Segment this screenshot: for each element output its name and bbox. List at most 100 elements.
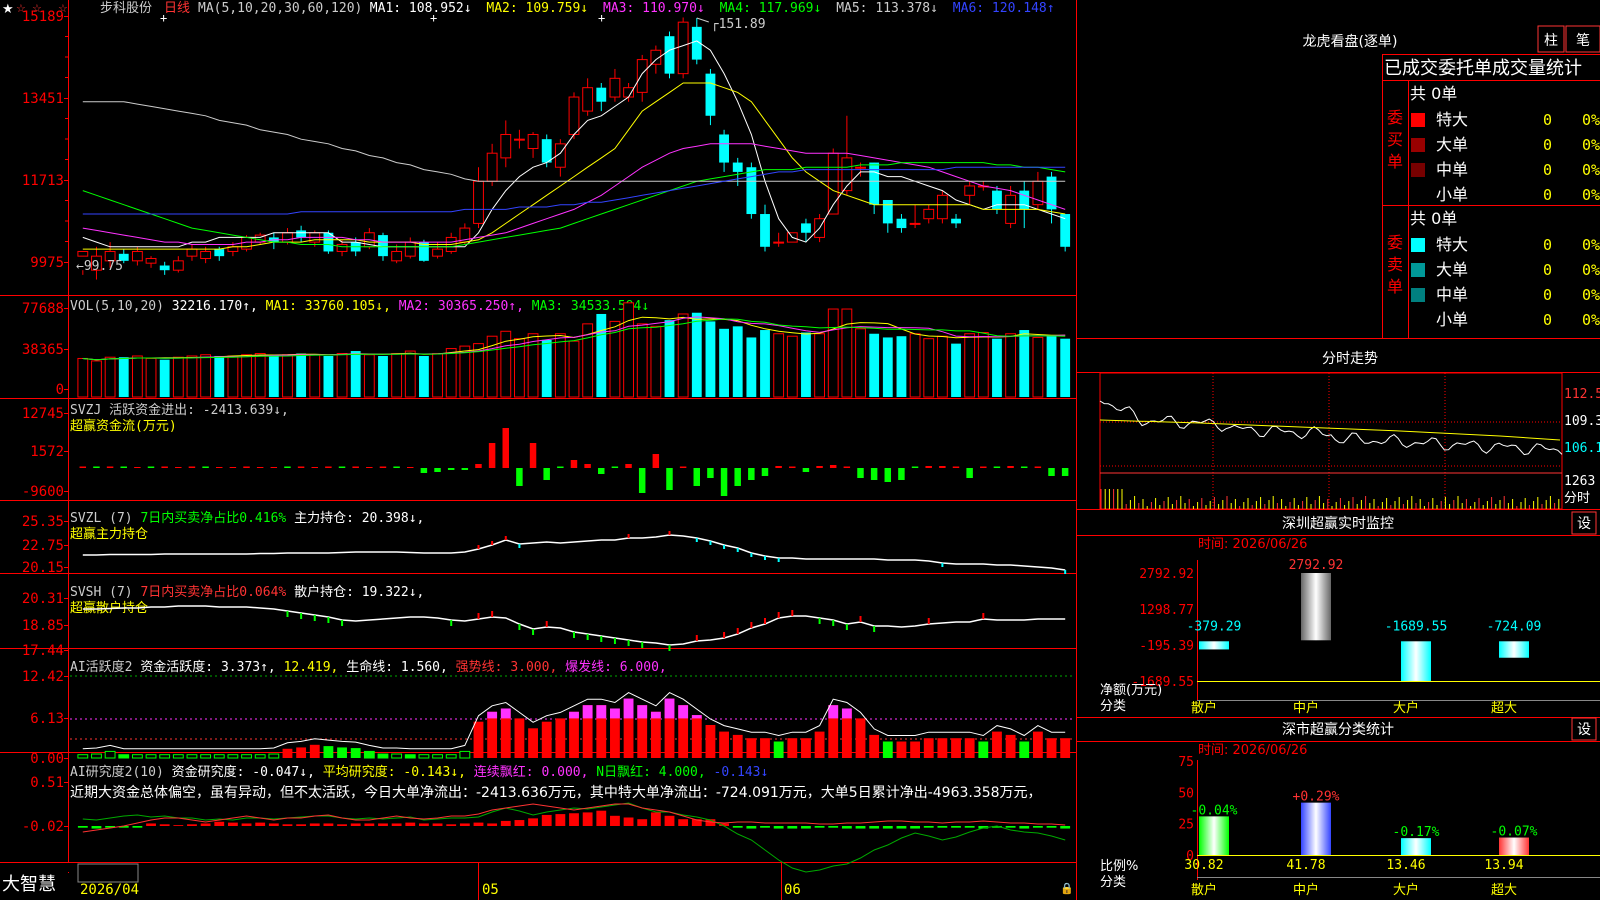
activity-tick-label: 12.42: [22, 669, 64, 685]
research-bar: [732, 826, 743, 828]
activity-bar: [363, 750, 375, 759]
ai-research-description: 近期大资金总体偏空，虽有异动，但不太活跃，今日大单净流出：-2413.636万元…: [70, 785, 1042, 801]
flow-bar: [188, 466, 196, 468]
activity-bar: [200, 754, 212, 759]
research-bar: [650, 812, 661, 826]
volume-bar: [623, 302, 634, 398]
price-tick-label: 9975: [30, 255, 64, 271]
ma-value-3: MA3: 110.970↓: [603, 1, 705, 16]
flow-bar: [1020, 466, 1028, 468]
research-bar: [937, 826, 948, 828]
stats-tick-label: 25: [1178, 818, 1194, 833]
retail-tick-label: 18.85: [22, 618, 64, 634]
stats-settings-label[interactable]: 设: [1577, 722, 1591, 738]
candle-body: [336, 243, 348, 252]
flow-bar: [393, 466, 400, 468]
main-force-tick: 25.35: [22, 514, 64, 530]
research-bar: [432, 823, 443, 826]
flag-icon[interactable]: ☆: [58, 2, 68, 15]
ai-research-header: AI研究度2(10) 资金研究度: -0.047↓, 平均研究度: -0.143…: [70, 764, 768, 780]
activity-bar: [910, 741, 921, 758]
research-bar: [214, 821, 225, 826]
sell-legend-swatch: [1411, 238, 1425, 252]
tick-mode-button-label[interactable]: 笔: [1576, 33, 1590, 49]
monitor-settings-label[interactable]: 设: [1577, 516, 1591, 532]
flow-bar: [898, 468, 905, 480]
alert-icon[interactable]: ☆: [32, 2, 42, 15]
research-bar: [473, 822, 484, 826]
research-bar: [923, 826, 934, 828]
candle-body: [992, 190, 1002, 210]
retail-tick-label: 17.44: [22, 643, 64, 659]
star-icon[interactable]: ★: [2, 2, 14, 17]
lock-icon: 🔒: [1060, 882, 1074, 895]
ai-research-header-part: 连续飘红: 0.000,: [466, 764, 588, 780]
monitor-tick-label: 2792.92: [1139, 567, 1194, 582]
research-bar: [623, 817, 634, 826]
volume-bar: [677, 313, 689, 398]
research-bar: [405, 822, 416, 826]
main-force-tick: 20.15: [22, 560, 64, 576]
flow-bar: [461, 468, 469, 470]
activity-bar: [1046, 738, 1057, 758]
flow-bar: [502, 428, 509, 468]
volume-bar: [145, 357, 157, 398]
volume-bar: [391, 353, 403, 398]
volume-bar: [1046, 336, 1057, 397]
research-bar: [541, 814, 552, 826]
favorite-icon[interactable]: ☆: [16, 2, 26, 15]
flow-bar: [420, 468, 428, 473]
research-bar: [610, 815, 620, 826]
flow-bar: [584, 464, 591, 468]
flow-bar: [229, 467, 237, 468]
candle-body: [719, 134, 729, 163]
volume-bar: [827, 308, 839, 398]
activity-bar: [719, 731, 729, 758]
activity-bar: [992, 731, 1002, 758]
activity-burst: [487, 711, 498, 719]
candle-body: [214, 249, 225, 257]
activity-bar: [882, 741, 893, 758]
ai-activity-header-part: AI活跃度2: [70, 659, 132, 675]
stats-ylabel: 比例%: [1100, 859, 1138, 874]
svzl-subheader-part: 超赢主力持仓: [70, 526, 148, 542]
flow-bar: [543, 468, 550, 480]
volume-bar: [541, 339, 552, 397]
candle-body: [282, 232, 293, 243]
flow-bar: [516, 468, 523, 486]
stats-category-label: 中户: [1293, 882, 1319, 898]
volume-bar: [936, 335, 948, 398]
flow-bar: [366, 467, 373, 468]
flow-tick-label: 1572: [30, 444, 64, 460]
activity-bar: [732, 734, 743, 758]
research-bar: [241, 823, 252, 826]
activity-burst: [569, 711, 579, 719]
bar-mode-button-label[interactable]: 柱: [1544, 33, 1558, 49]
activity-burst: [664, 698, 675, 719]
volume-bar: [336, 353, 348, 398]
flow-bar: [802, 468, 810, 472]
activity-bar: [801, 738, 811, 758]
activity-bar: [569, 711, 579, 758]
volume-bar: [432, 353, 443, 398]
activity-bar: [282, 748, 293, 758]
research-bar: [801, 826, 811, 829]
activity-bar: [213, 754, 225, 759]
stats-bar-value: 41.78: [1286, 858, 1325, 873]
activity-burst: [610, 708, 620, 719]
flow-bar: [598, 468, 605, 474]
low-price-label: ←99.75: [76, 259, 123, 274]
volume-bar: [746, 337, 757, 397]
monitor-category-label: 大户: [1393, 700, 1419, 716]
monitor-bar-cap: [1401, 639, 1431, 642]
research-bar: [446, 824, 457, 826]
volume-bar: [254, 353, 266, 398]
activity-bar: [418, 754, 430, 759]
buy-row-pct: 0%: [1582, 161, 1600, 179]
flow-bar: [789, 466, 796, 468]
flow-bar: [475, 464, 482, 468]
flow-bar: [106, 466, 114, 468]
activity-bar: [650, 711, 661, 758]
candle-body: [951, 218, 961, 224]
month-axis-label: 06: [784, 882, 801, 898]
